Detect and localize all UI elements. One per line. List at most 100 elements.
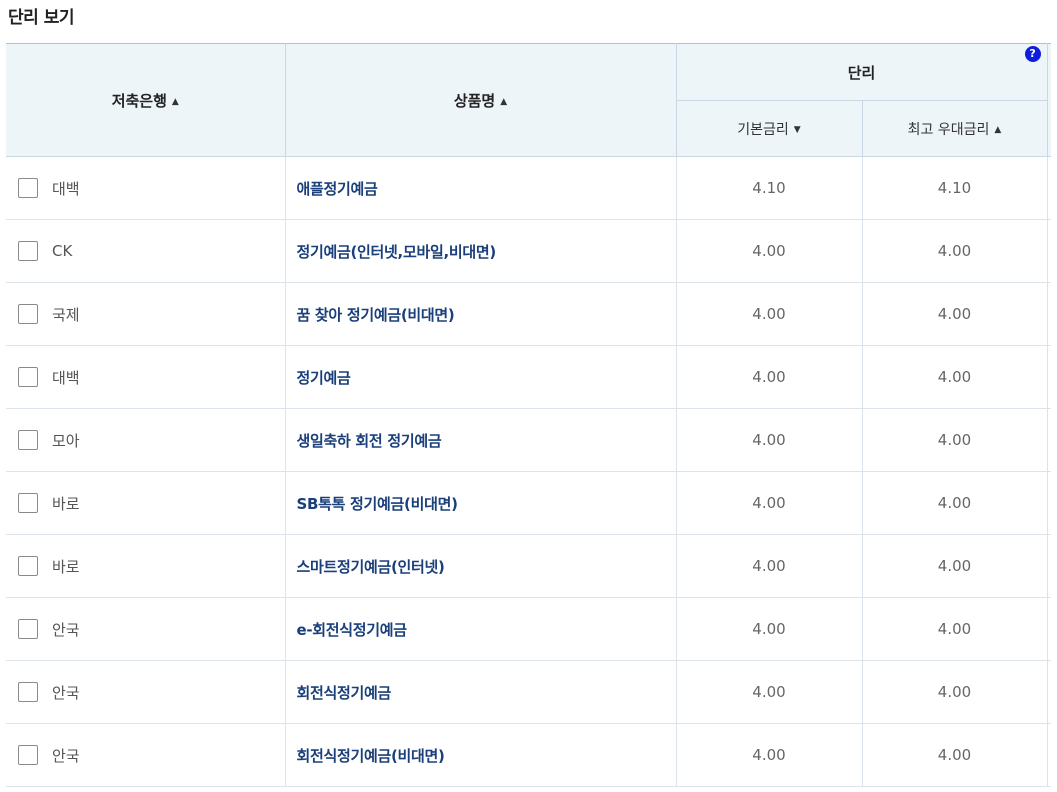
bank-cell: 안국	[6, 745, 285, 766]
bank-name: 안국	[52, 746, 80, 765]
base-rate-value: 4.10	[675, 156, 862, 220]
bank-cell: 바로	[6, 493, 285, 514]
product-link[interactable]: 애플정기예금	[286, 178, 378, 199]
row-spacer	[1046, 345, 1052, 409]
bank-cell: CK	[6, 241, 285, 261]
max-rate-value: 4.00	[861, 282, 1048, 346]
table-body: 대백 애플정기예금 4.10 4.10 CK 정기예금(인터넷,모바일,비대면)…	[6, 156, 1052, 787]
row-spacer	[1046, 597, 1052, 661]
row-spacer	[1046, 471, 1052, 535]
row-checkbox[interactable]	[18, 619, 38, 639]
bank-cell: 대백	[6, 367, 285, 388]
base-rate-value: 4.00	[675, 597, 862, 661]
bank-cell: 대백	[6, 178, 285, 199]
row-checkbox[interactable]	[18, 367, 38, 387]
row-spacer	[1046, 156, 1052, 220]
bank-cell: 안국	[6, 682, 285, 703]
bank-name: 바로	[52, 557, 80, 576]
base-rate-value: 4.00	[675, 723, 862, 787]
table-row: 대백 정기예금 4.00 4.00	[6, 345, 1052, 409]
bank-cell: 국제	[6, 304, 285, 325]
product-link[interactable]: e-회전식정기예금	[286, 619, 408, 640]
max-rate-value: 4.00	[861, 597, 1048, 661]
sort-asc-icon[interactable]: ▲	[500, 97, 507, 107]
column-header-product[interactable]: 상품명 ▲	[284, 43, 677, 157]
row-checkbox[interactable]	[18, 682, 38, 702]
product-link[interactable]: 정기예금	[286, 367, 351, 388]
base-rate-value: 4.00	[675, 471, 862, 535]
product-link[interactable]: 스마트정기예금(인터넷)	[286, 556, 445, 577]
product-link[interactable]: 회전식정기예금	[286, 682, 392, 703]
column-group-simple-rate-label: 단리	[847, 63, 876, 82]
table-row: 바로 SB톡톡 정기예금(비대면) 4.00 4.00	[6, 471, 1052, 535]
table-row: CK 정기예금(인터넷,모바일,비대면) 4.00 4.00	[6, 219, 1052, 283]
bank-name: 안국	[52, 683, 80, 702]
column-group-simple-rate: 단리 ?	[675, 43, 1048, 101]
row-checkbox[interactable]	[18, 241, 38, 261]
column-header-product-label: 상품명	[453, 91, 496, 110]
max-rate-value: 4.00	[861, 408, 1048, 472]
column-header-max-rate[interactable]: 최고 우대금리 ▲	[861, 100, 1048, 157]
base-rate-value: 4.00	[675, 345, 862, 409]
table-row: 모아 생일축하 회전 정기예금 4.00 4.00	[6, 408, 1052, 472]
sort-asc-icon[interactable]: ▲	[172, 97, 179, 107]
base-rate-value: 4.00	[675, 282, 862, 346]
table-row: 안국 e-회전식정기예금 4.00 4.00	[6, 597, 1052, 661]
row-spacer	[1046, 660, 1052, 724]
column-header-max-rate-label: 최고 우대금리	[907, 121, 990, 138]
bank-cell: 모아	[6, 430, 285, 451]
max-rate-value: 4.00	[861, 534, 1048, 598]
table-row: 안국 회전식정기예금 4.00 4.00	[6, 660, 1052, 724]
row-checkbox[interactable]	[18, 556, 38, 576]
bank-name: 안국	[52, 620, 80, 639]
bank-name: 국제	[52, 305, 80, 324]
bank-name: 대백	[52, 368, 80, 387]
section-title: 단리 보기	[8, 8, 74, 28]
sort-desc-icon[interactable]: ▼	[794, 125, 801, 135]
column-header-bank[interactable]: 저축은행 ▲	[6, 43, 286, 157]
max-rate-value: 4.00	[861, 723, 1048, 787]
base-rate-value: 4.00	[675, 534, 862, 598]
max-rate-value: 4.00	[861, 219, 1048, 283]
column-header-bank-label: 저축은행	[111, 91, 167, 110]
table-header: 저축은행 ▲ 상품명 ▲ 단리 ? 기본금리 ▼ 최고 우대금리 ▲	[6, 43, 1052, 157]
base-rate-value: 4.00	[675, 408, 862, 472]
row-checkbox[interactable]	[18, 304, 38, 324]
bank-cell: 안국	[6, 619, 285, 640]
table-row: 대백 애플정기예금 4.10 4.10	[6, 156, 1052, 220]
header-spacer	[1046, 43, 1052, 157]
table-row: 바로 스마트정기예금(인터넷) 4.00 4.00	[6, 534, 1052, 598]
row-checkbox[interactable]	[18, 178, 38, 198]
bank-name: 대백	[52, 179, 80, 198]
row-checkbox[interactable]	[18, 430, 38, 450]
base-rate-value: 4.00	[675, 219, 862, 283]
help-icon[interactable]: ?	[1024, 46, 1041, 62]
row-spacer	[1046, 723, 1052, 787]
base-rate-value: 4.00	[675, 660, 862, 724]
product-link[interactable]: 정기예금(인터넷,모바일,비대면)	[286, 241, 497, 262]
max-rate-value: 4.00	[861, 660, 1048, 724]
row-checkbox[interactable]	[18, 493, 38, 513]
product-link[interactable]: 생일축하 회전 정기예금	[286, 430, 442, 451]
product-link[interactable]: 회전식정기예금(비대면)	[286, 745, 445, 766]
row-spacer	[1046, 408, 1052, 472]
product-link[interactable]: SB톡톡 정기예금(비대면)	[286, 493, 458, 514]
bank-name: 모아	[52, 431, 80, 450]
max-rate-value: 4.10	[861, 156, 1048, 220]
table-row: 안국 회전식정기예금(비대면) 4.00 4.00	[6, 723, 1052, 787]
rate-table-container: 저축은행 ▲ 상품명 ▲ 단리 ? 기본금리 ▼ 최고 우대금리 ▲ 대백 애플…	[6, 43, 1052, 787]
row-spacer	[1046, 219, 1052, 283]
row-spacer	[1046, 282, 1052, 346]
bank-cell: 바로	[6, 556, 285, 577]
product-link[interactable]: 꿈 찾아 정기예금(비대면)	[286, 304, 455, 325]
max-rate-value: 4.00	[861, 345, 1048, 409]
row-spacer	[1046, 534, 1052, 598]
column-header-base-rate[interactable]: 기본금리 ▼	[675, 100, 863, 157]
bank-name: 바로	[52, 494, 80, 513]
table-row: 국제 꿈 찾아 정기예금(비대면) 4.00 4.00	[6, 282, 1052, 346]
row-checkbox[interactable]	[18, 745, 38, 765]
sort-asc-icon[interactable]: ▲	[994, 125, 1001, 135]
column-header-base-rate-label: 기본금리	[737, 121, 789, 138]
max-rate-value: 4.00	[861, 471, 1048, 535]
bank-name: CK	[52, 242, 73, 260]
